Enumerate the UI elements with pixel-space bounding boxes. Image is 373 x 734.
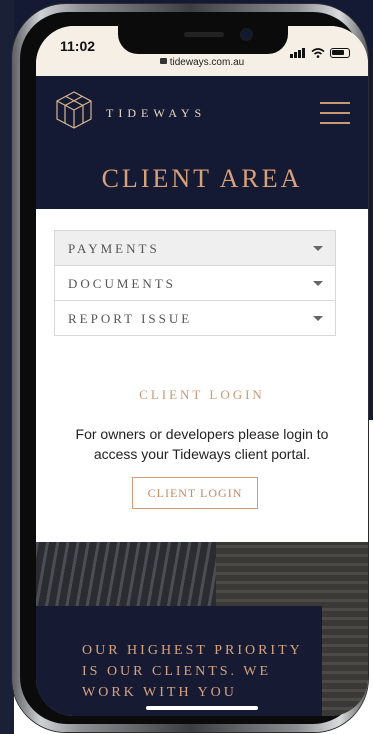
tideways-logo-icon[interactable] (54, 90, 94, 130)
login-description: For owners or developers please login to… (75, 426, 329, 462)
address-bar[interactable]: tideways.com.au (36, 57, 368, 68)
page-title: CLIENT AREA (101, 164, 303, 193)
promo-text: Our highest priority is our clients. We … (82, 643, 303, 700)
speaker (184, 32, 224, 37)
accordion-item-documents[interactable]: Documents (55, 266, 335, 301)
accordion-item-report-issue[interactable]: Report issue (55, 301, 335, 335)
brand-name: TIDEWAYS (106, 106, 207, 120)
status-bar: 11:02 tideways.com.au (36, 26, 368, 76)
phone-frame: 11:02 tideways.com.au TIDEWAYS CLIENT AR… (12, 4, 368, 732)
promo-panel: Our highest priority is our clients. We … (36, 606, 322, 716)
screen: 11:02 tideways.com.au TIDEWAYS CLIENT AR… (36, 26, 368, 716)
accordion-label: Payments (68, 241, 160, 256)
signal-icon (290, 40, 306, 58)
accordion-label: Report issue (68, 311, 193, 326)
chevron-down-icon (313, 246, 323, 251)
accordion: Payments Documents Report issue (54, 230, 336, 336)
accordion-item-payments[interactable]: Payments (55, 231, 335, 266)
home-indicator[interactable] (146, 706, 258, 710)
status-time: 11:02 (60, 38, 96, 54)
accordion-label: Documents (68, 276, 176, 291)
site-header: TIDEWAYS CLIENT AREA (36, 76, 368, 209)
hamburger-menu-button[interactable] (320, 102, 350, 124)
chevron-down-icon (313, 316, 323, 321)
client-login-button[interactable]: CLIENT LOGIN (132, 477, 258, 509)
front-camera (242, 30, 251, 39)
notch (118, 26, 288, 54)
chevron-down-icon (313, 281, 323, 286)
login-heading: Client Login (139, 387, 265, 402)
lock-icon (159, 58, 167, 64)
url-text: tideways.com.au (169, 57, 245, 68)
status-icons (290, 40, 350, 58)
